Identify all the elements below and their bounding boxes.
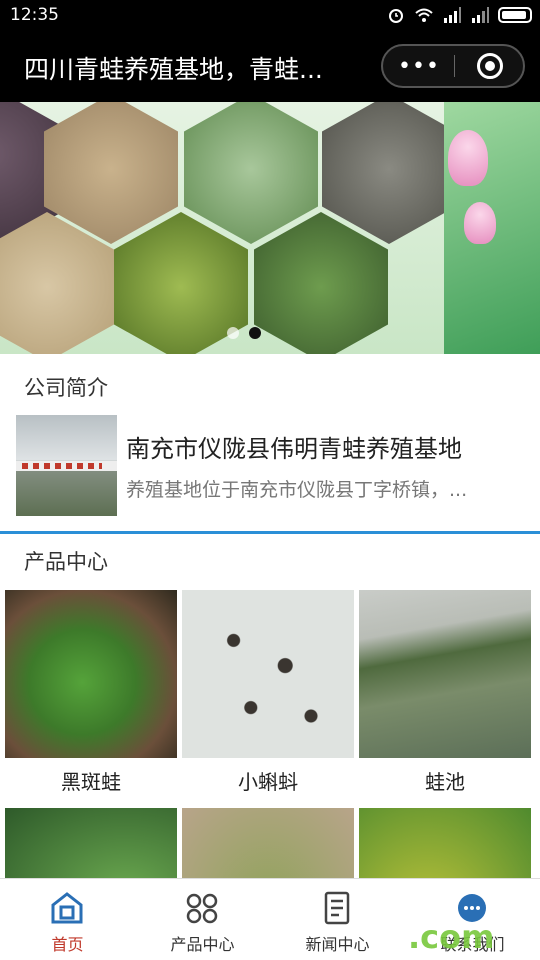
- battery-icon: [498, 7, 532, 23]
- tab-home[interactable]: 首页: [0, 879, 135, 960]
- tab-label: 新闻中心: [305, 935, 370, 954]
- product-item[interactable]: 黑斑蛙: [5, 590, 177, 795]
- status-bar: 12:35: [0, 0, 540, 32]
- home-icon: [51, 892, 83, 924]
- title-bar: 四川青蛙养殖基地，青蛙... •••: [0, 32, 540, 102]
- company-section-title: 公司简介: [24, 376, 108, 400]
- product-item[interactable]: 小蝌蚪: [182, 590, 354, 795]
- banner-hex-spotted-frog: [254, 212, 388, 354]
- status-icons: [386, 6, 532, 24]
- watermark-suffix: .com: [408, 918, 495, 956]
- lotus-flower: [448, 130, 488, 186]
- carousel-dot-active[interactable]: [249, 327, 261, 339]
- status-time: 12:35: [10, 5, 59, 25]
- banner-hex-tadpole-grass: [184, 102, 318, 244]
- product-label: 小蝌蚪: [238, 770, 298, 794]
- section-divider: [0, 531, 540, 534]
- capsule-divider: [454, 55, 455, 77]
- product-image-tadpoles: [182, 590, 354, 758]
- mini-program-capsule: •••: [381, 44, 525, 88]
- company-name: 南充市仪陇县伟明青蛙养殖基地: [126, 435, 462, 463]
- banner-carousel[interactable]: [0, 102, 540, 354]
- product-label: 黑斑蛙: [61, 770, 121, 794]
- product-image-black-spotted-frog: [5, 590, 177, 758]
- company-photo: [16, 415, 117, 516]
- tab-products[interactable]: 产品中心: [135, 879, 270, 960]
- company-card[interactable]: 南充市仪陇县伟明青蛙养殖基地 养殖基地位于南充市仪陇县丁字桥镇，...: [0, 403, 540, 529]
- more-dots-icon: •••: [398, 53, 440, 79]
- carousel-indicator: [227, 327, 261, 339]
- wifi-icon: [415, 8, 433, 22]
- document-icon: [324, 891, 350, 925]
- banner-hex-froglet: [322, 102, 456, 244]
- close-mini-program-button[interactable]: [477, 53, 503, 79]
- page-title: 四川青蛙养殖基地，青蛙...: [24, 55, 323, 84]
- banner-lotus-panel: [444, 102, 540, 354]
- company-description: 养殖基地位于南充市仪陇县丁字桥镇，...: [126, 479, 468, 501]
- tab-news[interactable]: 新闻中心: [270, 879, 405, 960]
- tab-label: 首页: [51, 935, 84, 954]
- signal-icon-2: [472, 7, 489, 23]
- product-label: 蛙池: [425, 770, 465, 794]
- tab-label: 产品中心: [170, 935, 235, 954]
- product-image-frog-pond: [359, 590, 531, 758]
- grid-icon: [186, 893, 218, 924]
- product-item[interactable]: 蛙池: [359, 590, 531, 795]
- alarm-icon: [389, 9, 403, 23]
- signal-icon: [444, 7, 461, 23]
- products-section-title: 产品中心: [24, 550, 108, 574]
- carousel-dot[interactable]: [227, 327, 239, 339]
- lotus-flower-2: [464, 202, 496, 244]
- more-button[interactable]: •••: [383, 46, 455, 86]
